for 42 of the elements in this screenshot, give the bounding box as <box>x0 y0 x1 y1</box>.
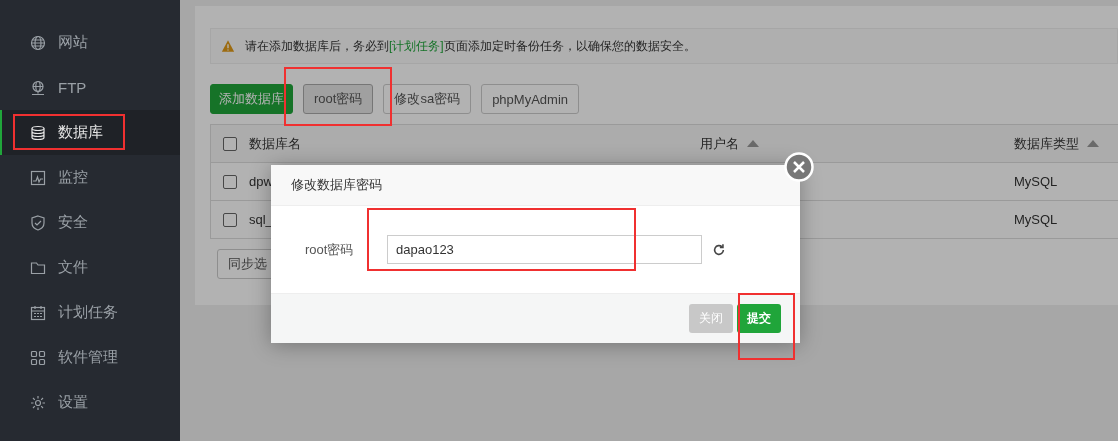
globe-icon <box>30 34 46 51</box>
sort-arrow-icon[interactable] <box>1087 140 1099 147</box>
sidebar-item[interactable]: 数据库 <box>0 110 180 155</box>
annotation-box <box>738 293 795 360</box>
gear-icon <box>30 394 46 411</box>
password-field[interactable]: dapao123 <box>387 235 702 264</box>
row-checkbox[interactable] <box>223 174 237 189</box>
database-icon <box>30 124 46 141</box>
sidebar-item[interactable]: 计划任务 <box>0 290 180 335</box>
ftp-icon <box>30 79 46 96</box>
grid-icon <box>30 349 46 366</box>
calendar-icon <box>30 304 46 321</box>
column-header[interactable]: 数据库类型 <box>1014 134 1079 153</box>
column-header[interactable]: 用户名 <box>700 134 739 153</box>
toolbar-button[interactable]: root密码 <box>303 84 374 114</box>
sidebar-item[interactable]: 设置 <box>0 380 180 425</box>
alert-text: 请在添加数据库后，务必到[计划任务]页面添加定时备份任务，以确保您的数据安全。 <box>245 37 696 55</box>
database-type: MySQL <box>1014 174 1058 189</box>
row-checkbox[interactable] <box>223 212 237 227</box>
database-type: MySQL <box>1014 212 1058 227</box>
refresh-icon[interactable] <box>712 242 726 257</box>
monitor-icon <box>30 169 46 186</box>
column-header[interactable]: 数据库名 <box>249 134 301 153</box>
sidebar-item[interactable]: 监控 <box>0 155 180 200</box>
dialog-title: 修改数据库密码 <box>291 176 382 194</box>
database-name: sql_ <box>249 212 273 227</box>
schedule-link[interactable]: [计划任务] <box>389 38 444 53</box>
folder-icon <box>30 259 46 276</box>
dialog-button[interactable]: 提交 <box>737 304 781 333</box>
warning-icon <box>221 39 235 53</box>
field-label: root密码 <box>305 240 355 259</box>
toolbar-button[interactable]: 修改sa密码 <box>383 84 472 114</box>
shield-icon <box>30 214 46 231</box>
select-all-checkbox[interactable] <box>223 136 237 151</box>
sidebar-item[interactable]: FTP <box>0 65 180 110</box>
sort-arrow-icon[interactable] <box>747 140 759 147</box>
toolbar-button[interactable]: phpMyAdmin <box>481 84 579 114</box>
sidebar-item[interactable]: 文件 <box>0 245 180 290</box>
sidebar-item[interactable]: 安全 <box>0 200 180 245</box>
sidebar-item[interactable]: 网站 <box>0 20 180 65</box>
sidebar-item[interactable]: 软件管理 <box>0 335 180 380</box>
toolbar-button[interactable]: 添加数据库 <box>210 84 293 114</box>
